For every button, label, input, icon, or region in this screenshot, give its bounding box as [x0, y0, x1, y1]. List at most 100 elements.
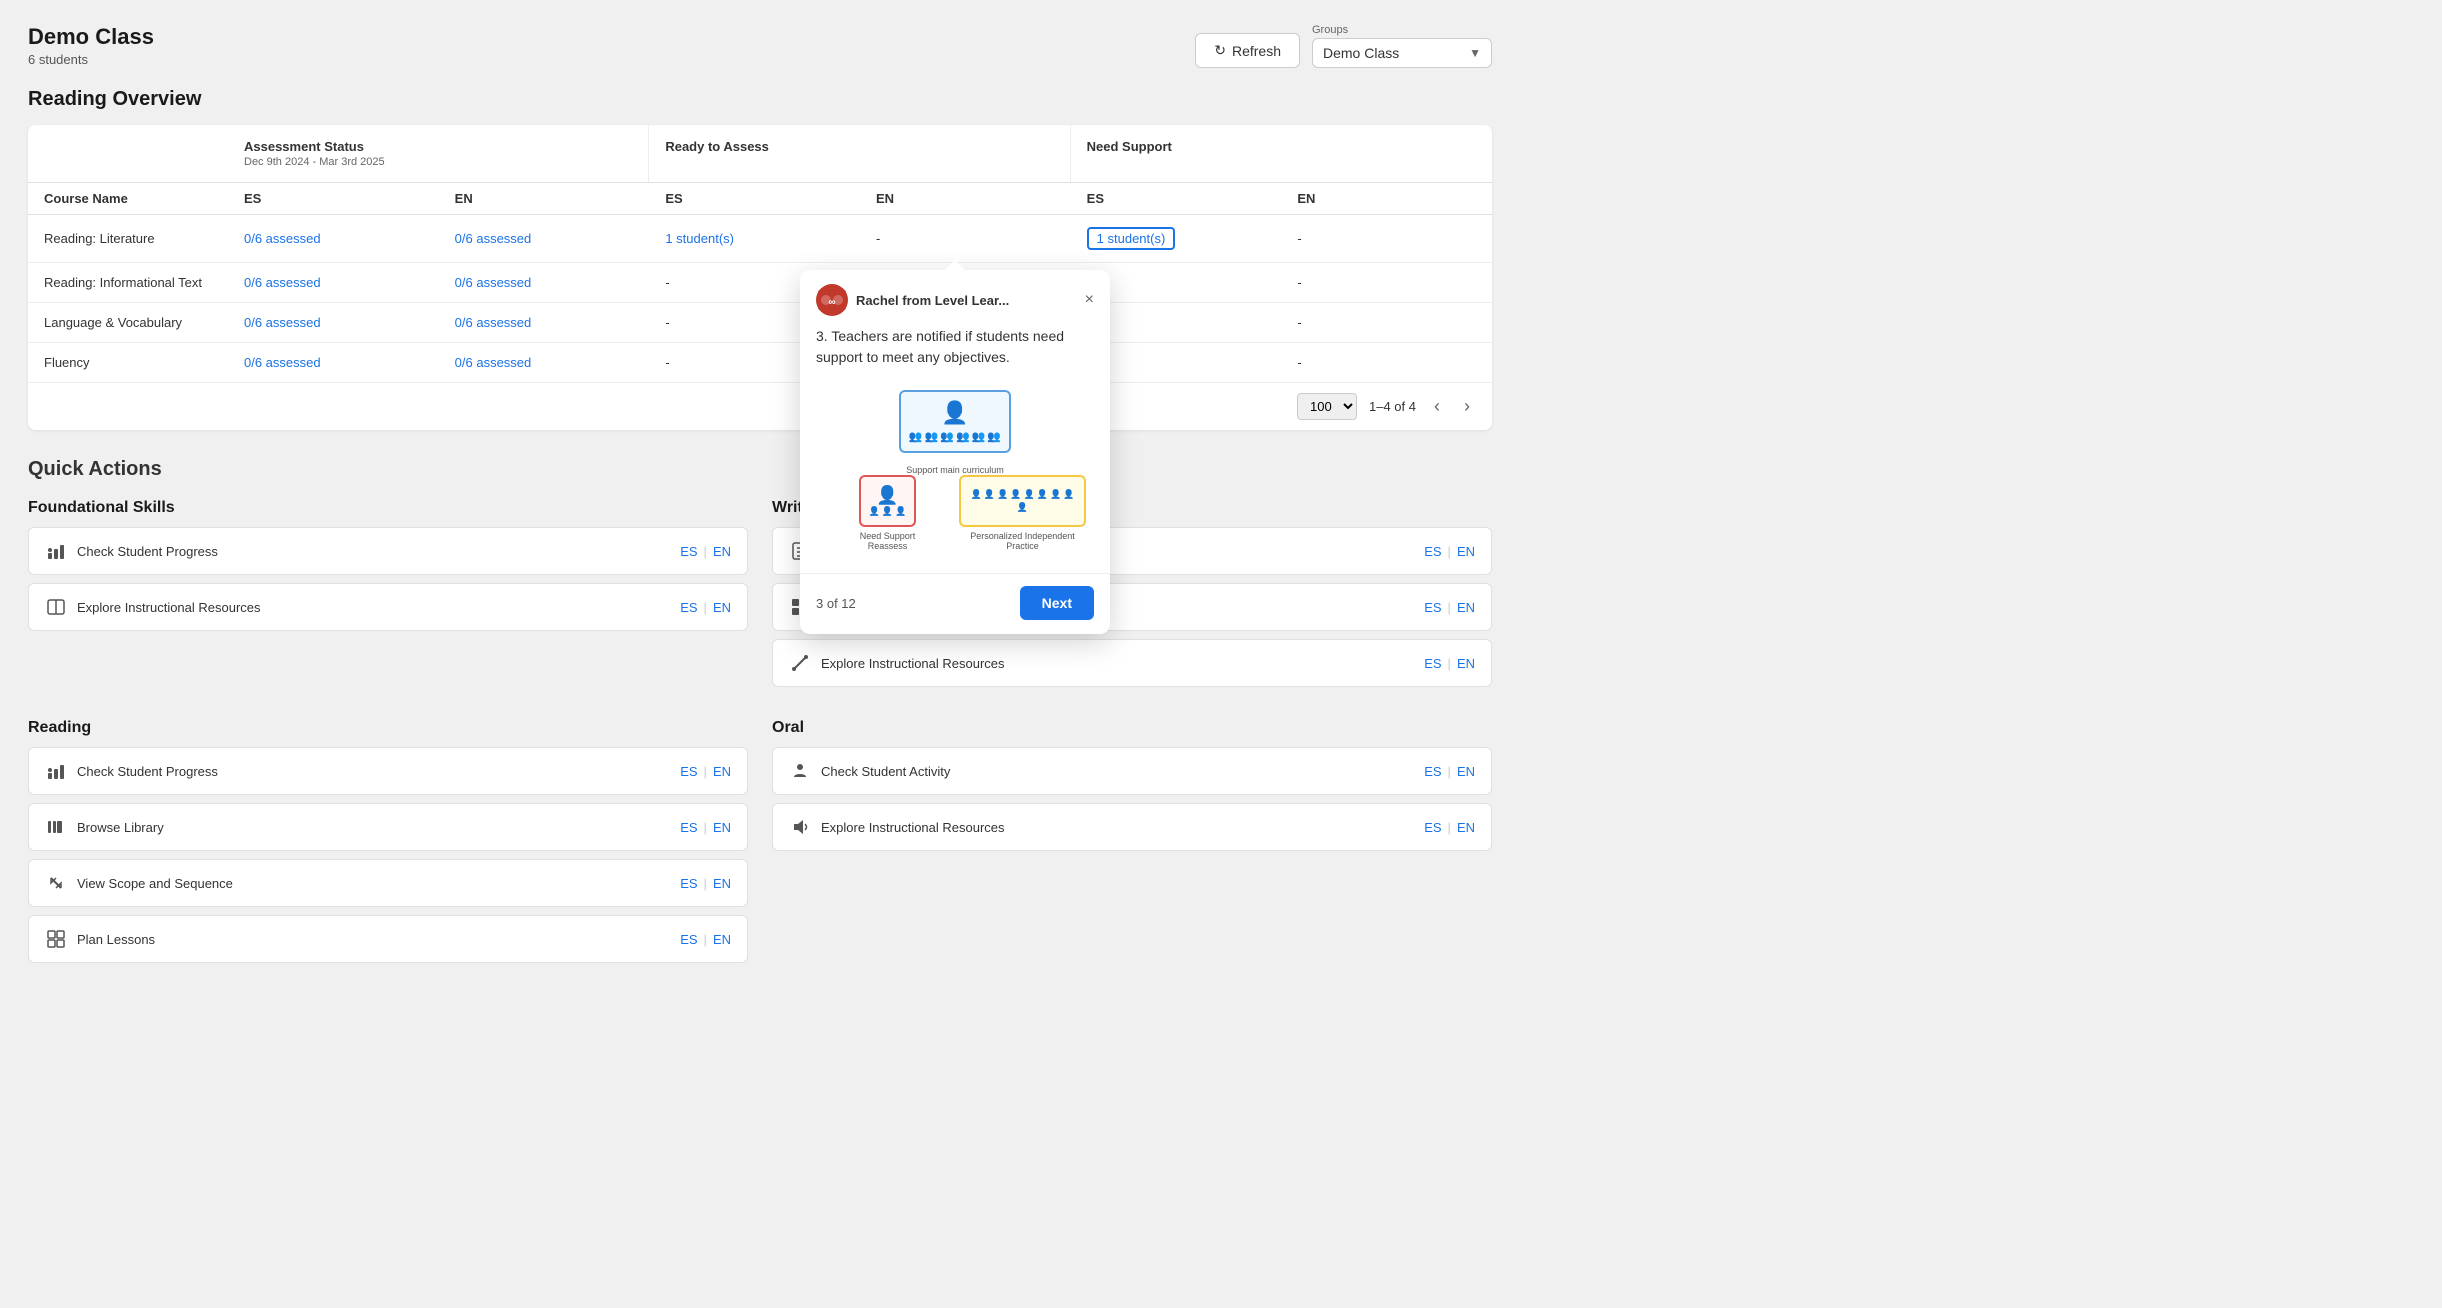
qa-link-en[interactable]: EN	[713, 820, 731, 835]
qa-link-es[interactable]: ES	[680, 820, 697, 835]
qa-link-es[interactable]: ES	[1424, 820, 1441, 835]
qa-link-en[interactable]: EN	[713, 544, 731, 559]
qa-item[interactable]: View Scope and Sequence ES | EN	[28, 859, 748, 907]
qa-section-oral: Oral Check Student Activity ES | EN Expl…	[772, 719, 1492, 971]
popup-counter: 3 of 12	[816, 596, 856, 611]
qa-item[interactable]: Explore Instructional Resources ES | EN	[28, 583, 748, 631]
qa-item[interactable]: Plan Lessons ES | EN	[28, 915, 748, 963]
level-learn-logo-icon: ∞	[818, 289, 846, 311]
assess-en[interactable]: 0/6 assessed	[439, 215, 650, 262]
support-en: -	[1281, 303, 1492, 342]
qa-item-left: Explore Instructional Resources	[789, 652, 1005, 674]
need-support-icon: 👤	[869, 485, 907, 506]
qa-link-en[interactable]: EN	[1457, 764, 1475, 779]
qa-item[interactable]: Browse Library ES | EN	[28, 803, 748, 851]
support-es[interactable]: 1 student(s)	[1071, 215, 1282, 262]
support-en: -	[1281, 263, 1492, 302]
qa-item[interactable]: Explore Instructional Resources ES | EN	[772, 639, 1492, 687]
qa-link-es[interactable]: ES	[680, 932, 697, 947]
groups-select[interactable]: Demo Class ▼	[1312, 38, 1492, 68]
assess-es-link[interactable]: 0/6 assessed	[244, 355, 321, 370]
qa-link-en[interactable]: EN	[1457, 600, 1475, 615]
qa-links-separator: |	[1448, 820, 1451, 835]
book-icon	[45, 596, 67, 618]
qa-links-separator: |	[1448, 764, 1451, 779]
popup-illus-bot-right-label: Personalized IndependentPractice	[970, 531, 1075, 551]
qa-link-es[interactable]: ES	[1424, 656, 1441, 671]
student-icon: 👤	[895, 506, 906, 517]
assess-es[interactable]: 0/6 assessed	[228, 343, 439, 382]
qa-link-es[interactable]: ES	[1424, 764, 1441, 779]
assess-es[interactable]: 0/6 assessed	[228, 215, 439, 262]
qa-link-es[interactable]: ES	[680, 876, 697, 891]
course-name: Reading: Informational Text	[28, 263, 228, 302]
qa-links-separator: |	[1448, 544, 1451, 559]
course-name: Language & Vocabulary	[28, 303, 228, 342]
assess-en-link[interactable]: 0/6 assessed	[455, 275, 532, 290]
qa-link-en[interactable]: EN	[713, 764, 731, 779]
ready-es-link[interactable]: 1 student(s)	[665, 231, 734, 246]
popup-header: ∞ Rachel from Level Lear... ×	[800, 270, 1110, 326]
popup-illus-bot-left-label: Need SupportReassess	[860, 531, 916, 551]
qa-item-links: ES | EN	[680, 764, 731, 779]
qa-link-es[interactable]: ES	[1424, 600, 1441, 615]
refresh-button[interactable]: ↻ Refresh	[1195, 33, 1300, 68]
qa-link-es[interactable]: ES	[680, 544, 697, 559]
student-icon: 👥	[940, 430, 954, 443]
assess-es-link[interactable]: 0/6 assessed	[244, 315, 321, 330]
student-icon: 👥	[972, 430, 986, 443]
qa-link-en[interactable]: EN	[713, 876, 731, 891]
assessment-date-range: Dec 9th 2024 - Mar 3rd 2025	[244, 156, 632, 168]
lessons-icon	[45, 928, 67, 950]
pagination-prev-button[interactable]: ‹	[1428, 394, 1446, 419]
popup-next-button[interactable]: Next	[1020, 586, 1094, 620]
qa-section-foundational-skills: Foundational Skills Check Student Progre…	[28, 499, 748, 695]
student-icon: 👥	[925, 430, 939, 443]
qa-item[interactable]: Check Student Progress ES | EN	[28, 747, 748, 795]
assess-en[interactable]: 0/6 assessed	[439, 303, 650, 342]
qa-link-en[interactable]: EN	[1457, 544, 1475, 559]
qa-link-es[interactable]: ES	[1424, 544, 1441, 559]
assess-en-link[interactable]: 0/6 assessed	[455, 315, 532, 330]
popup-illus-bot-left-section: 👤 👤 👤 👤 Need SupportReassess	[824, 475, 951, 551]
popup-illus-bot-left: 👤 👤 👤 👤	[859, 475, 917, 527]
reading-overview-title: Reading Overview	[28, 88, 1492, 111]
qa-item-label: Explore Instructional Resources	[77, 600, 261, 615]
assess-en-link[interactable]: 0/6 assessed	[455, 355, 532, 370]
per-page-select[interactable]: 100 50 25	[1297, 393, 1357, 420]
reading-overview-section: Reading Overview Assessment Status Dec 9…	[28, 88, 1492, 430]
assess-es-link[interactable]: 0/6 assessed	[244, 231, 321, 246]
support-es-highlighted[interactable]: 1 student(s)	[1087, 227, 1176, 250]
popup-illus-bot-right: 👤 👤 👤 👤 👤 👤 👤 👤 👤	[959, 475, 1086, 527]
qa-item[interactable]: Check Student Activity ES | EN	[772, 747, 1492, 795]
assess-es-link[interactable]: 0/6 assessed	[244, 275, 321, 290]
assess-en-link[interactable]: 0/6 assessed	[455, 231, 532, 246]
qa-item-left: Check Student Progress	[45, 540, 218, 562]
popup-illus-top-label: Support main curriculum	[906, 465, 1004, 475]
qa-link-en[interactable]: EN	[1457, 820, 1475, 835]
qa-item[interactable]: Check Student Progress ES | EN	[28, 527, 748, 575]
qa-section-reading: Reading Check Student Progress ES | EN B…	[28, 719, 748, 971]
ready-es[interactable]: 1 student(s)	[649, 215, 860, 262]
qa-item-links: ES | EN	[1424, 820, 1475, 835]
assess-es[interactable]: 0/6 assessed	[228, 303, 439, 342]
qa-link-es[interactable]: ES	[680, 764, 697, 779]
table-row: Fluency0/6 assessed0/6 assessed----	[28, 343, 1492, 382]
qa-link-en[interactable]: EN	[1457, 656, 1475, 671]
popup-close-button[interactable]: ×	[1085, 291, 1094, 309]
qa-item[interactable]: Explore Instructional Resources ES | EN	[772, 803, 1492, 851]
popup-body: 3. Teachers are notified if students nee…	[800, 326, 1110, 573]
need-support-label: Need Support	[1087, 139, 1476, 154]
refresh-icon: ↻	[1214, 42, 1226, 59]
qa-link-en[interactable]: EN	[713, 600, 731, 615]
assess-es[interactable]: 0/6 assessed	[228, 263, 439, 302]
qa-link-es[interactable]: ES	[680, 600, 697, 615]
assess-en[interactable]: 0/6 assessed	[439, 263, 650, 302]
col-en-assess: EN	[439, 183, 650, 214]
qa-link-en[interactable]: EN	[713, 932, 731, 947]
support-en: -	[1281, 343, 1492, 382]
assess-en[interactable]: 0/6 assessed	[439, 343, 650, 382]
qa-links-separator: |	[704, 600, 707, 615]
pagination-next-button[interactable]: ›	[1458, 394, 1476, 419]
library-icon	[45, 816, 67, 838]
